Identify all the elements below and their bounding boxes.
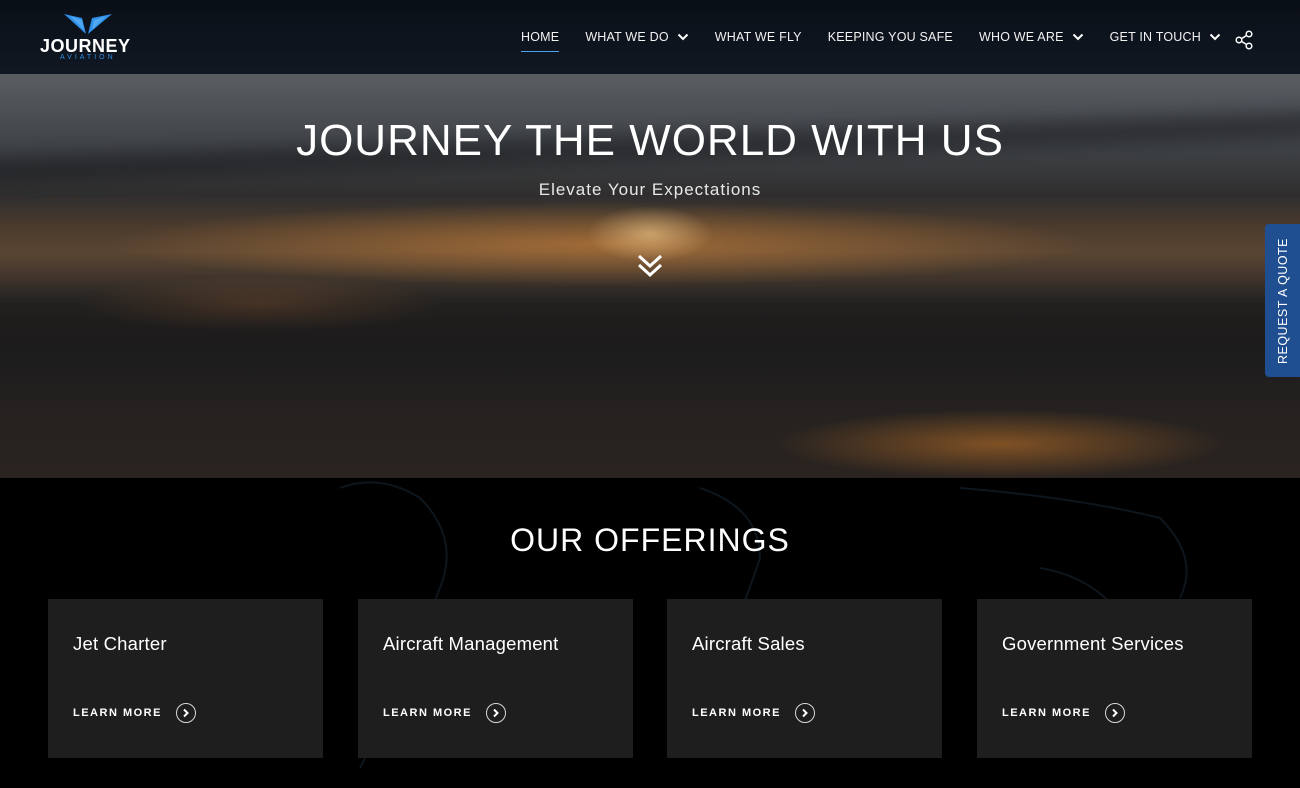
cloud-layer <box>0 294 1300 354</box>
offering-card-title: Jet Charter <box>73 633 167 654</box>
offerings-section: OUR OFFERINGS Jet Charter LEARN MORE Air… <box>0 478 1300 788</box>
double-chevron-down-icon[interactable] <box>636 252 664 280</box>
offering-card-title: Aircraft Sales <box>692 633 805 654</box>
nav-item-get-in-touch[interactable]: GET IN TOUCH <box>1110 26 1221 48</box>
learn-more-link[interactable]: LEARN MORE <box>383 703 506 723</box>
offering-card-title: Government Services <box>1002 633 1184 654</box>
learn-more-link[interactable]: LEARN MORE <box>1002 703 1125 723</box>
nav-item-label: GET IN TOUCH <box>1109 30 1201 44</box>
offering-card-aircraft-management[interactable]: Aircraft Management LEARN MORE <box>358 599 633 758</box>
learn-more-label: LEARN MORE <box>383 707 472 719</box>
brand-tagline: AVIATION <box>60 54 116 61</box>
main-nav: HOME WHAT WE DO WHAT WE FLY KEEPING YOU … <box>508 0 1234 74</box>
journey-aviation-logo[interactable]: JOURNEY AVIATION <box>38 10 138 64</box>
learn-more-label: LEARN MORE <box>1002 707 1091 719</box>
chevron-down-icon <box>1072 31 1084 43</box>
nav-item-keeping-you-safe[interactable]: KEEPING YOU SAFE <box>828 26 953 48</box>
learn-more-label: LEARN MORE <box>73 707 162 719</box>
share-icon[interactable] <box>1234 30 1254 50</box>
request-quote-label: REQUEST A QUOTE <box>1275 237 1290 364</box>
chevron-down-icon <box>677 31 689 43</box>
chevron-right-circle-icon <box>1104 703 1125 723</box>
offerings-title: OUR OFFERINGS <box>510 522 790 558</box>
nav-item-what-we-fly[interactable]: WHAT WE FLY <box>715 26 802 48</box>
offering-card-government-services[interactable]: Government Services LEARN MORE <box>977 599 1252 758</box>
nav-item-label: KEEPING YOU SAFE <box>827 30 953 44</box>
nav-item-label: WHAT WE FLY <box>714 30 802 44</box>
nav-item-label: HOME <box>521 30 560 44</box>
nav-item-what-we-do[interactable]: WHAT WE DO <box>585 26 689 48</box>
nav-item-home[interactable]: HOME <box>521 26 560 52</box>
chevron-right-circle-icon <box>485 703 506 723</box>
offering-card-jet-charter[interactable]: Jet Charter LEARN MORE <box>48 599 323 758</box>
offering-card-aircraft-sales[interactable]: Aircraft Sales LEARN MORE <box>667 599 942 758</box>
chevron-right-circle-icon <box>175 703 196 723</box>
offering-card-title: Aircraft Management <box>383 633 559 654</box>
hero-banner: JOURNEY THE WORLD WITH US Elevate Your E… <box>0 74 1300 478</box>
request-quote-tab[interactable]: REQUEST A QUOTE <box>1265 224 1300 377</box>
learn-more-link[interactable]: LEARN MORE <box>692 703 815 723</box>
chevron-right-circle-icon <box>794 703 815 723</box>
hero-title: JOURNEY THE WORLD WITH US <box>296 116 1004 165</box>
hero-subtitle: Elevate Your Expectations <box>538 180 762 199</box>
nav-item-label: WHO WE ARE <box>978 30 1064 44</box>
nav-item-who-we-are[interactable]: WHO WE ARE <box>979 26 1084 48</box>
chevron-down-icon <box>1209 31 1221 43</box>
nav-item-label: WHAT WE DO <box>585 30 669 44</box>
learn-more-link[interactable]: LEARN MORE <box>73 703 196 723</box>
site-header: JOURNEY AVIATION HOME WHAT WE DO WHAT WE… <box>0 0 1300 74</box>
learn-more-label: LEARN MORE <box>692 707 781 719</box>
wing-logo-icon <box>64 14 112 34</box>
